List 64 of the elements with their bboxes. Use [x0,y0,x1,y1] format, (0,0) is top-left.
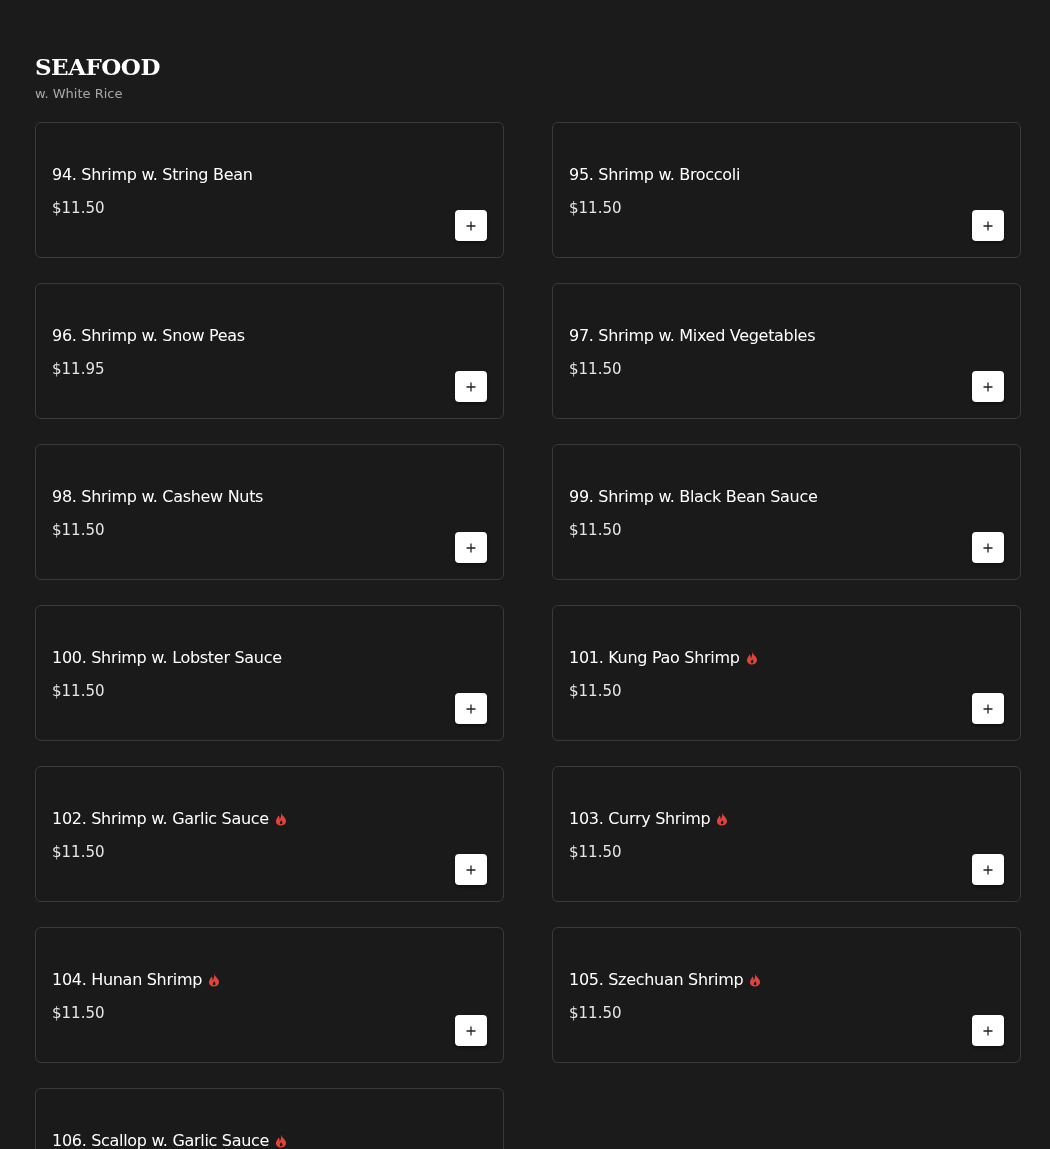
menu-item-card[interactable]: 99. Shrimp w. Black Bean Sauce $11.50 [552,444,1021,580]
plus-icon [983,864,993,875]
menu-item-card[interactable]: 103. Curry Shrimp $11.50 [552,766,1021,902]
menu-item-card[interactable]: 102. Shrimp w. Garlic Sauce $11.50 [35,766,504,902]
add-button[interactable] [455,371,487,402]
menu-item-card[interactable]: 106. Scallop w. Garlic Sauce [35,1088,504,1149]
menu-item-card[interactable]: 104. Hunan Shrimp $11.50 [35,927,504,1063]
item-price: $11.50 [52,1003,106,1023]
plus-icon [466,703,476,714]
plus-icon [466,864,476,875]
item-name: 95. Shrimp w. Broccoli [569,165,741,185]
item-name: 105. Szechuan Shrimp [569,970,744,990]
section-title: SEAFOOD [35,53,161,81]
add-button[interactable] [972,371,1004,402]
item-price: $11.50 [52,520,106,540]
plus-icon [983,381,993,392]
item-name: 94. Shrimp w. String Bean [52,165,253,185]
plus-icon [466,1025,476,1036]
menu-item-card[interactable]: 98. Shrimp w. Cashew Nuts $11.50 [35,444,504,580]
plus-icon [983,220,993,231]
item-name: 98. Shrimp w. Cashew Nuts [52,487,264,507]
menu-item-card[interactable]: 97. Shrimp w. Mixed Vegetables $11.50 [552,283,1021,419]
item-price: $11.50 [52,681,106,701]
plus-icon [466,542,476,553]
item-name: 106. Scallop w. Garlic Sauce [52,1131,270,1149]
menu-item-card[interactable]: 101. Kung Pao Shrimp $11.50 [552,605,1021,741]
menu-item-card[interactable]: 95. Shrimp w. Broccoli $11.50 [552,122,1021,258]
item-name: 100. Shrimp w. Lobster Sauce [52,648,282,668]
item-price: $11.50 [52,198,106,218]
add-button[interactable] [972,693,1004,724]
add-button[interactable] [972,1015,1004,1046]
add-button[interactable] [455,532,487,563]
item-name: 102. Shrimp w. Garlic Sauce [52,809,269,829]
item-price: $11.50 [52,842,106,862]
menu-item-card[interactable]: 105. Szechuan Shrimp $11.50 [552,927,1021,1063]
item-name: 103. Curry Shrimp [569,809,711,829]
plus-icon [466,381,476,392]
section-subtitle: w. White Rice [35,85,124,103]
item-name: 104. Hunan Shrimp [52,970,203,990]
plus-icon [466,220,476,231]
plus-icon [983,542,993,553]
item-price: $11.50 [569,359,623,379]
add-button[interactable] [972,854,1004,885]
item-price: $11.50 [569,1003,623,1023]
menu-item-card[interactable]: 96. Shrimp w. Snow Peas $11.95 [35,283,504,419]
add-button[interactable] [455,693,487,724]
add-button[interactable] [972,210,1004,241]
item-price: $11.50 [569,681,623,701]
menu-item-card[interactable]: 100. Shrimp w. Lobster Sauce $11.50 [35,605,504,741]
add-button[interactable] [455,854,487,885]
plus-icon [983,1025,993,1036]
item-name: 99. Shrimp w. Black Bean Sauce [569,487,818,507]
item-name: 101. Kung Pao Shrimp [569,648,740,668]
item-price: $11.50 [569,842,623,862]
plus-icon [983,703,993,714]
add-button[interactable] [972,532,1004,563]
item-price: $11.50 [569,520,623,540]
item-name: 96. Shrimp w. Snow Peas [52,326,245,346]
menu-item-card[interactable]: 94. Shrimp w. String Bean $11.50 [35,122,504,258]
item-name: 97. Shrimp w. Mixed Vegetables [569,326,816,346]
add-button[interactable] [455,1015,487,1046]
item-price: $11.95 [52,359,106,379]
item-price: $11.50 [569,198,623,218]
add-button[interactable] [455,210,487,241]
